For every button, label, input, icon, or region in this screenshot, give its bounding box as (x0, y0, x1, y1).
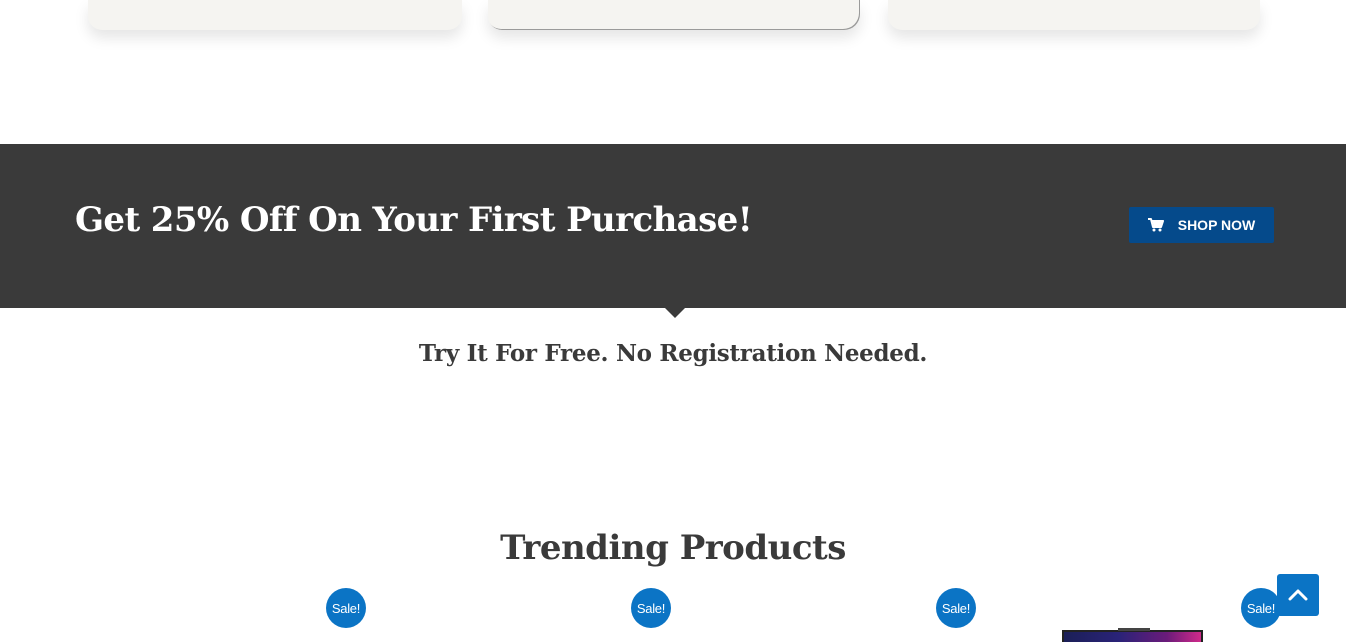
sale-badge: Sale! (631, 588, 671, 628)
shop-now-button[interactable]: SHOP NOW (1129, 207, 1274, 243)
promo-subheading: Try It For Free. No Registration Needed. (418, 340, 928, 367)
cart-icon (1147, 218, 1164, 232)
chevron-up-icon (1288, 587, 1308, 604)
promo-title: Get 25% Off On Your First Purchase! (75, 200, 753, 240)
feature-cards-row (0, 0, 1346, 60)
feature-card (88, 0, 462, 30)
promo-banner: Get 25% Off On Your First Purchase! SHOP… (0, 144, 1346, 308)
sale-badge: Sale! (936, 588, 976, 628)
scroll-to-top-button[interactable] (1277, 574, 1319, 616)
trending-products-title: Trending Products (500, 528, 846, 568)
sale-badge: Sale! (326, 588, 366, 628)
banner-pointer (665, 308, 685, 318)
feature-card (488, 0, 860, 30)
shop-now-label: SHOP NOW (1177, 217, 1256, 233)
product-image[interactable] (1062, 628, 1203, 642)
feature-card (888, 0, 1260, 30)
sale-badge: Sale! (1241, 588, 1281, 628)
